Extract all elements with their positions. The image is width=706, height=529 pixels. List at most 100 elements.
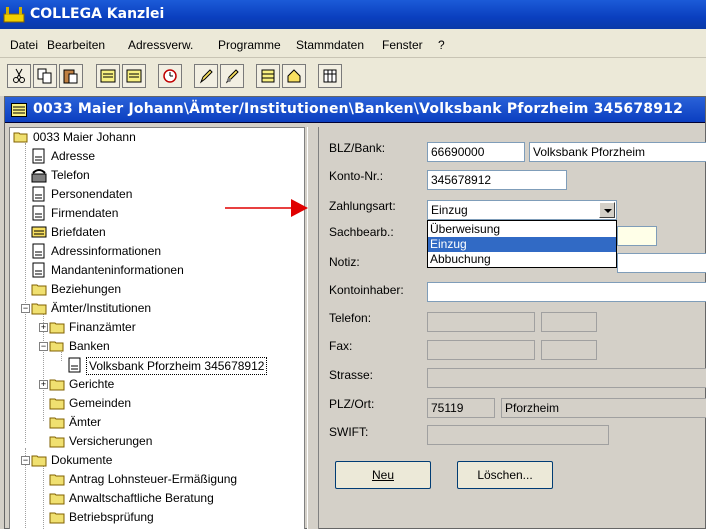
letter-icon xyxy=(31,226,47,238)
blz-field[interactable]: 66690000 xyxy=(427,142,525,162)
plz-field: 75119 xyxy=(427,398,495,418)
toolbar xyxy=(0,58,706,96)
document-window: 0033 Maier Johann\Ämter/Institutionen\Ba… xyxy=(4,96,706,529)
menu-datei[interactable]: Datei xyxy=(10,38,38,52)
paste-icon xyxy=(63,69,78,84)
document-title-bar: 0033 Maier Johann\Ämter/Institutionen\Ba… xyxy=(5,97,705,123)
folder-icon xyxy=(49,398,65,410)
fax-field xyxy=(427,340,535,360)
collapse-toggle-banken[interactable]: − xyxy=(39,342,48,351)
zahlungsart-value: Einzug xyxy=(431,203,468,217)
kontoinhaber-field[interactable] xyxy=(427,282,706,302)
pane-splitter[interactable] xyxy=(307,127,319,529)
konto-nr-field[interactable]: 345678912 xyxy=(427,170,567,190)
label-sachbearb: Sachbearb.: xyxy=(329,225,394,239)
home-icon xyxy=(287,69,301,83)
loeschen-button[interactable]: Löschen... xyxy=(457,461,553,489)
book-button[interactable] xyxy=(256,64,280,88)
note2-button[interactable] xyxy=(122,64,146,88)
option-einzug[interactable]: Einzug xyxy=(428,237,616,252)
clock-button[interactable] xyxy=(158,64,182,88)
folder-open-icon xyxy=(49,341,64,352)
menu-programme[interactable]: Programme xyxy=(218,38,281,52)
strasse-field xyxy=(427,368,706,388)
document-page-icon xyxy=(32,262,45,278)
document-title: 0033 Maier Johann\Ämter/Institutionen\Ba… xyxy=(33,101,684,117)
label-strasse: Strasse: xyxy=(329,368,374,382)
clock-icon xyxy=(163,69,177,83)
label-blz-bank: BLZ/Bank: xyxy=(329,141,386,155)
phone-icon xyxy=(31,169,47,183)
menu-adressverw[interactable]: Adressverw. xyxy=(128,38,193,52)
folder-icon xyxy=(31,303,47,315)
pencil-button[interactable] xyxy=(194,64,218,88)
table-icon xyxy=(323,69,337,83)
folder-icon xyxy=(49,474,65,486)
edit-icon xyxy=(225,69,239,84)
note-button[interactable] xyxy=(96,64,120,88)
swift-field xyxy=(427,425,609,445)
document-page-icon xyxy=(32,205,45,221)
sachbearb-field[interactable] xyxy=(617,226,657,246)
document-page-icon xyxy=(68,357,81,373)
chevron-down-icon[interactable] xyxy=(599,202,615,218)
ort-field: Pforzheim xyxy=(501,398,706,418)
window-title: COLLEGA Kanzlei xyxy=(30,6,165,22)
table-button[interactable] xyxy=(318,64,342,88)
book-icon xyxy=(261,69,275,83)
label-notiz: Notiz: xyxy=(329,255,360,269)
option-abbuchung[interactable]: Abbuchung xyxy=(428,252,616,267)
neu-button[interactable]: Neu xyxy=(335,461,431,489)
collapse-toggle-aemter-institutionen[interactable]: − xyxy=(21,304,30,313)
notiz-field[interactable] xyxy=(617,253,706,273)
label-konto-nr: Konto-Nr.: xyxy=(329,169,384,183)
zahlungsart-dropdown: Überweisung Einzug Abbuchung xyxy=(427,220,617,268)
document-page-icon xyxy=(32,148,45,164)
folder-icon xyxy=(49,436,65,448)
folder-icon xyxy=(49,493,65,505)
label-zahlungsart: Zahlungsart: xyxy=(329,199,396,213)
title-bar: COLLEGA Kanzlei xyxy=(0,0,706,29)
folder-open-icon xyxy=(13,132,28,143)
bank-form: BLZ/Bank: 66690000 Volksbank Pforzheim K… xyxy=(321,127,706,529)
folder-icon xyxy=(49,322,65,334)
expand-toggle-gerichte[interactable]: + xyxy=(39,380,48,389)
note-icon xyxy=(100,69,116,83)
zahlungsart-select[interactable]: Einzug xyxy=(427,200,617,220)
cut-button[interactable] xyxy=(7,64,31,88)
menu-help[interactable]: ? xyxy=(438,38,445,52)
folder-icon xyxy=(49,417,65,429)
app-icon xyxy=(3,7,25,23)
note2-icon xyxy=(126,69,142,83)
menu-bearbeiten[interactable]: Bearbeiten xyxy=(47,38,105,52)
label-fax: Fax: xyxy=(329,339,353,353)
paste-button[interactable] xyxy=(59,64,83,88)
fax-ext-field xyxy=(541,340,597,360)
label-kontoinhaber: Kontoinhaber: xyxy=(329,283,404,297)
telefon-ext-field xyxy=(541,312,597,332)
menu-bar: Datei Bearbeiten Adressverw. Programme S… xyxy=(0,29,706,58)
navigation-tree: 0033 Maier Johann Adresse Telefon Person… xyxy=(9,127,305,529)
document-page-icon xyxy=(32,243,45,259)
copy-button[interactable] xyxy=(33,64,57,88)
expand-toggle-finanzaemter[interactable]: + xyxy=(39,323,48,332)
folder-icon xyxy=(49,512,65,524)
copy-icon xyxy=(37,68,52,84)
document-icon xyxy=(11,103,27,117)
folder-icon xyxy=(31,284,47,296)
label-telefon: Telefon: xyxy=(329,311,372,325)
document-page-icon xyxy=(32,186,45,202)
menu-fenster[interactable]: Fenster xyxy=(382,38,423,52)
home-button[interactable] xyxy=(282,64,306,88)
telefon-field xyxy=(427,312,535,332)
cut-icon xyxy=(13,68,25,83)
collapse-toggle-dokumente[interactable]: − xyxy=(21,456,30,465)
folder-icon xyxy=(49,379,65,391)
menu-stammdaten[interactable]: Stammdaten xyxy=(296,38,364,52)
label-swift: SWIFT: xyxy=(329,425,369,439)
pencil-icon xyxy=(199,69,213,84)
bank-name-field[interactable]: Volksbank Pforzheim xyxy=(529,142,706,162)
folder-icon xyxy=(31,455,47,467)
option-ueberweisung[interactable]: Überweisung xyxy=(428,222,616,237)
edit-button[interactable] xyxy=(220,64,244,88)
